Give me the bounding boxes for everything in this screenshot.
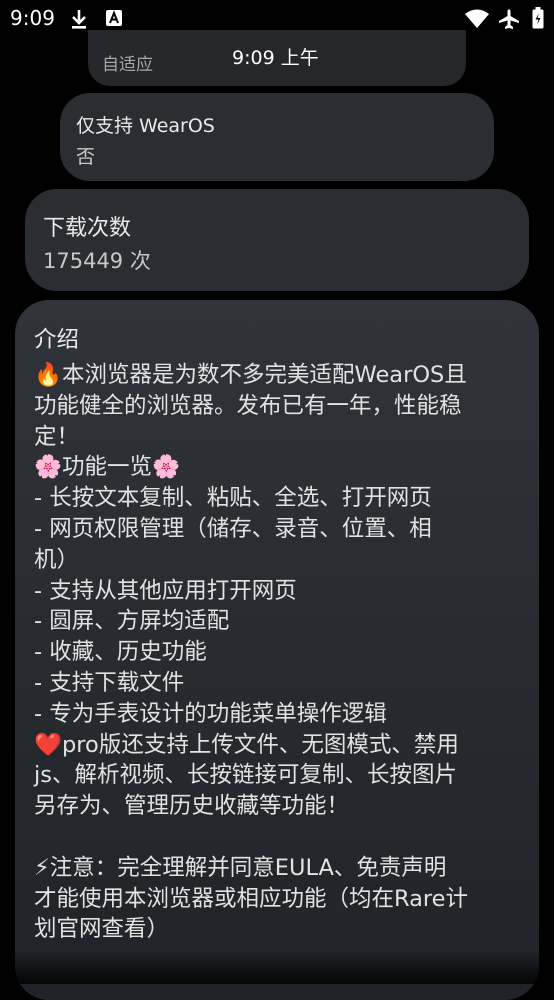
intro-line: 机） [34,546,80,573]
download-count-card: 下载次数 175449 次 [25,189,529,291]
wearos-only-title: 仅支持 WearOS [76,115,215,137]
intro-line: - 专为手表设计的功能菜单操作逻辑 [34,700,387,727]
adaptive-label: 自适应 [102,55,153,75]
wearos-only-card: 仅支持 WearOS 否 [60,93,494,181]
download-count-value: 175449 次 [43,249,151,273]
download-icon [70,8,88,34]
download-count-title: 下载次数 [43,216,132,241]
intro-line: 🔥本浏览器是为数不多完美适配WearOS且 [34,362,467,388]
text-a-icon [105,8,123,32]
intro-line: - 网页权限管理（储存、录音、位置、相 [34,515,432,542]
status-bar: 9:09 [0,0,554,40]
intro-line: 🌸功能一览🌸 [34,454,181,481]
intro-line: 才能使用本浏览器或相应功能（均在Rare计 [34,885,469,912]
intro-line: - 支持下载文件 [34,669,185,696]
intro-line: - 长按文本复制、粘贴、全选、打开网页 [34,485,432,512]
airplane-icon [498,8,520,34]
intro-line: - 收藏、历史功能 [34,639,207,666]
time-overlay: 9:09 上午 [232,47,319,69]
intro-line: - 圆屏、方屏均适配 [34,608,230,635]
intro-line: 定！ [34,423,80,450]
intro-title: 介绍 [34,327,80,353]
intro-line: js、解析视频、长按链接可复制、长按图片 [34,762,457,789]
bottom-fade [0,950,554,984]
intro-line: 划官网查看） [34,916,170,943]
battery-icon [532,7,544,33]
wearos-only-value: 否 [76,146,96,168]
intro-line: ❤️pro版还支持上传文件、无图模式、禁用 [34,731,459,758]
intro-line: 功能健全的浏览器。发布已有一年，性能稳 [34,392,462,419]
intro-line: 另存为、管理历史收藏等功能！ [34,793,350,820]
intro-line: - 支持从其他应用打开网页 [34,577,297,604]
intro-blank-line [34,822,524,853]
intro-body: 🔥本浏览器是为数不多完美适配WearOS且 功能健全的浏览器。发布已有一年，性能… [34,360,524,945]
status-time: 9:09 [10,6,55,30]
intro-line: ⚡注意：完全理解并同意EULA、免责声明 [34,854,447,881]
wifi-icon [464,9,490,33]
